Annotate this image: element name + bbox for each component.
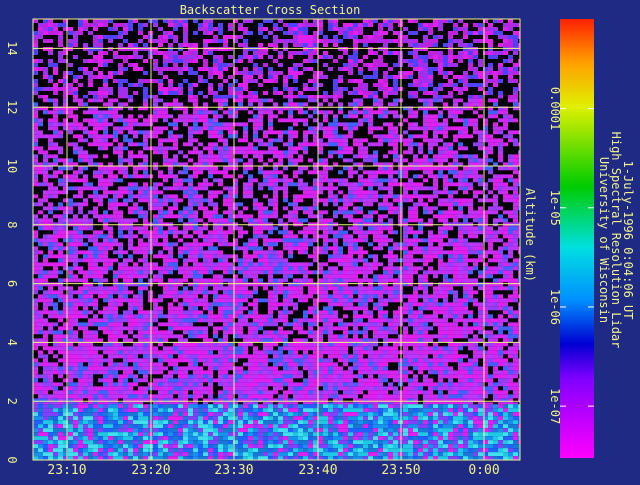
y-tick-label: 12: [5, 100, 19, 114]
chart-title: Backscatter Cross Section: [180, 3, 361, 17]
colorbar: [560, 19, 594, 458]
date-time-label: 1-July-1996 0:04:06 UT: [621, 161, 635, 320]
institution-label: University of Wisconsin: [597, 157, 611, 323]
y-axis-label: Altitude (km): [523, 188, 537, 282]
y-tick-label: 6: [5, 280, 19, 287]
heatmap-layer-low: [33, 19, 520, 98]
heatmap-layer-medium: [33, 98, 520, 404]
x-tick-label: 23:20: [131, 463, 170, 478]
heatmap-layer-high: [33, 404, 520, 460]
y-tick-label: 14: [5, 41, 19, 55]
x-tick-labels: 23:10 23:20 23:30 23:40 23:50 0:00: [47, 463, 499, 478]
x-tick-label: 23:40: [298, 463, 337, 478]
backscatter-heatmap: [33, 19, 520, 460]
y-tick-labels: 0 2 4 6 8 10 12 14: [5, 41, 19, 463]
colorbar-tick-label: 1e-07: [548, 388, 562, 424]
instrument-label: High Spectral Resolution Lidar: [609, 132, 623, 349]
lidar-chart: Backscatter Cross Section 0 2 4 6 8 10 12 14 23…: [0, 0, 640, 480]
y-tick-label: 0: [5, 456, 19, 463]
colorbar-tick-label: 1e-06: [548, 289, 562, 325]
x-tick-label: 23:50: [381, 463, 420, 478]
x-tick-label: 23:10: [47, 463, 86, 478]
x-tick-label: 0:00: [468, 463, 499, 478]
x-tick-label: 23:30: [214, 463, 253, 478]
colorbar-tick-label: 0.0001: [548, 87, 562, 130]
lidar-figure: Backscatter Cross Section 0 2 4 6 8 10 12 14 23…: [0, 0, 640, 480]
y-tick-label: 4: [5, 339, 19, 346]
y-tick-label: 2: [5, 398, 19, 405]
y-tick-label: 8: [5, 221, 19, 228]
colorbar-tick-label: 1e-05: [548, 190, 562, 226]
y-tick-label: 10: [5, 159, 19, 173]
